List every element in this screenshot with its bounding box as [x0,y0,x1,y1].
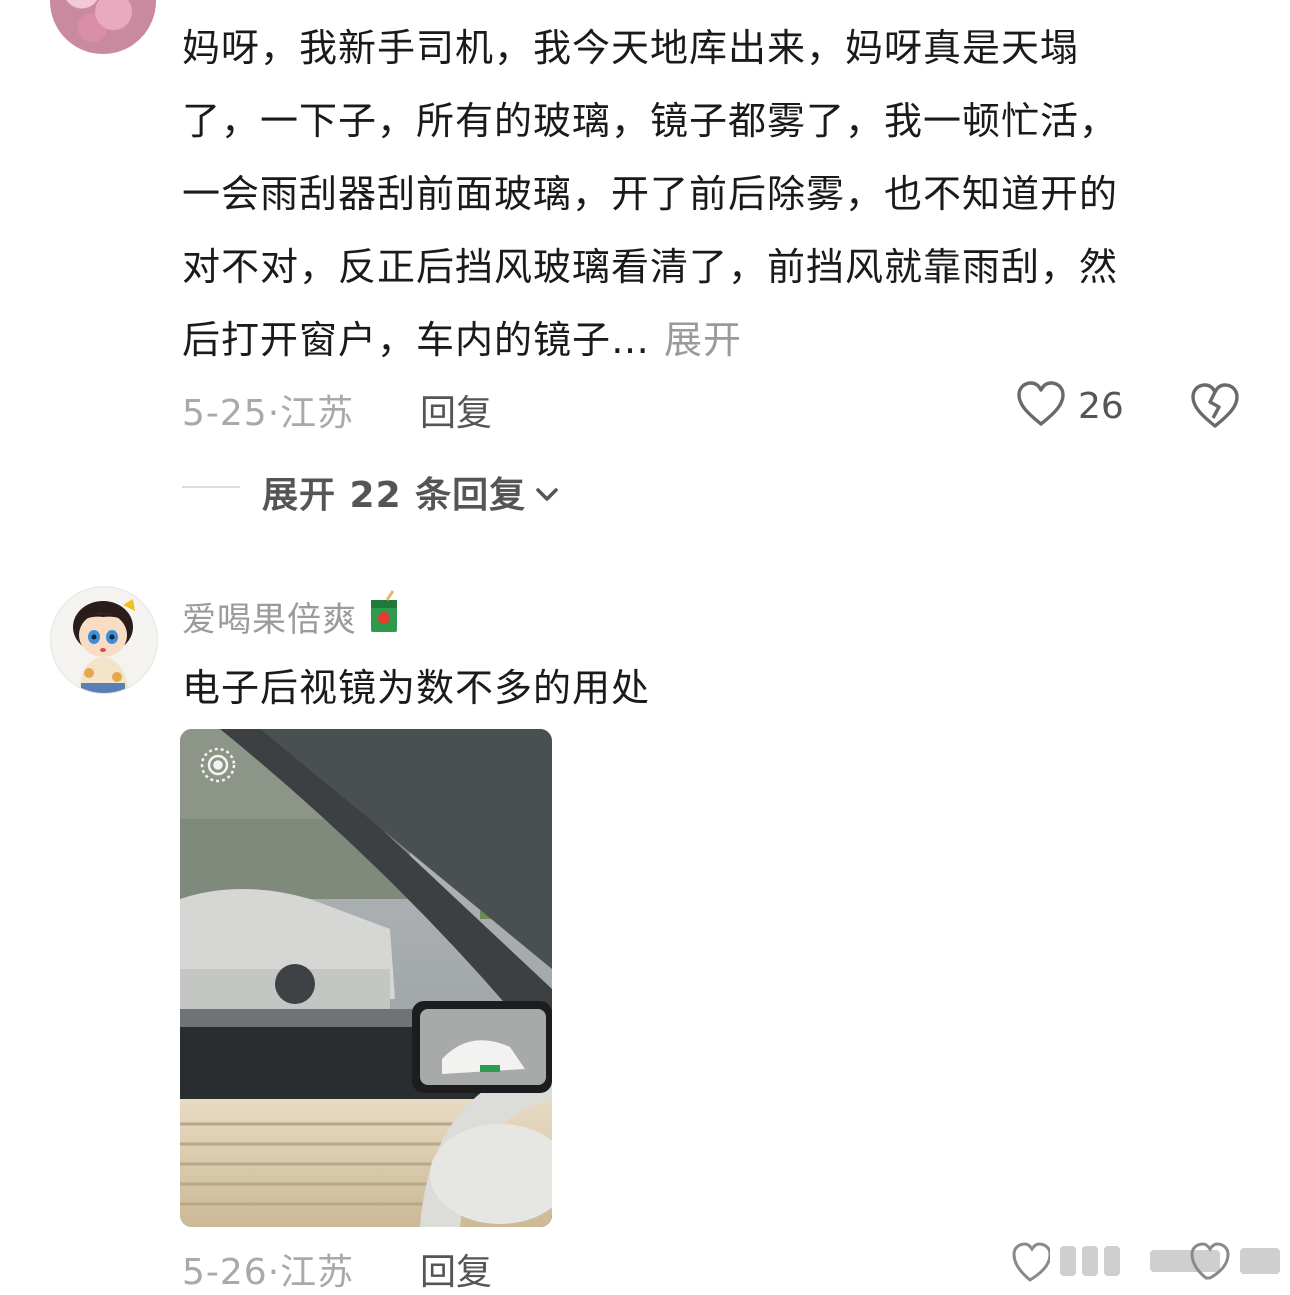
broken-heart-icon [1190,383,1240,434]
comment-line: 了，一下子，所有的玻璃，镜子都雾了，我一顿忙活， [182,99,1119,143]
comment-line: 妈呀，我新手司机，我今天地库出来，妈呀真是天塌 [182,26,1080,70]
comment-line: 对不对，反正后挡风玻璃看清了，前挡风就靠雨刮，然 [182,245,1119,289]
avatar[interactable] [50,0,156,54]
like-count: 26 [1078,385,1124,427]
comment-text: 电子后视镜为数不多的用处 [182,666,651,710]
comment-line: 后打开窗户，车内的镜子… [182,318,651,362]
comment-location: 江苏 [280,1252,355,1293]
comment-meta: 5-26·江苏 [182,1252,355,1293]
comment-line-last: 后打开窗户，车内的镜子… 展开 [182,304,1252,377]
expand-replies-label: 展开 22 条回复 [262,475,527,516]
comment-meta: 5-25·江苏 [182,393,355,434]
comment-image[interactable] [180,729,552,1227]
reply-button[interactable]: 回复 [420,384,492,436]
comment-actions-obscured [1010,1240,1282,1284]
juice-box-icon [367,590,401,643]
dislike-button[interactable] [1190,382,1240,434]
chevron-down-icon [534,472,560,513]
comment-body: 妈呀，我新手司机，我今天地库出来，妈呀真是天塌 了，一下子，所有的玻璃，镜子都雾… [182,12,1252,377]
comment-date: 5-26 [182,1252,268,1293]
comment-date: 5-25 [182,393,268,434]
divider [182,486,240,488]
username-row: 爱喝果倍爽 [182,590,401,643]
expand-link[interactable]: 展开 [664,318,742,362]
expand-replies-button[interactable]: 展开 22 条回复 [262,466,560,518]
heart-outline-icon [1016,380,1066,432]
like-button[interactable]: 26 [1016,380,1124,432]
reply-button[interactable]: 回复 [420,1243,492,1295]
comment-line: 一会雨刮器刮前面玻璃，开了前后除雾，也不知道开的 [182,172,1119,216]
username[interactable]: 爱喝果倍爽 [182,592,357,641]
avatar[interactable] [50,586,158,694]
comment-location: 江苏 [280,393,355,434]
